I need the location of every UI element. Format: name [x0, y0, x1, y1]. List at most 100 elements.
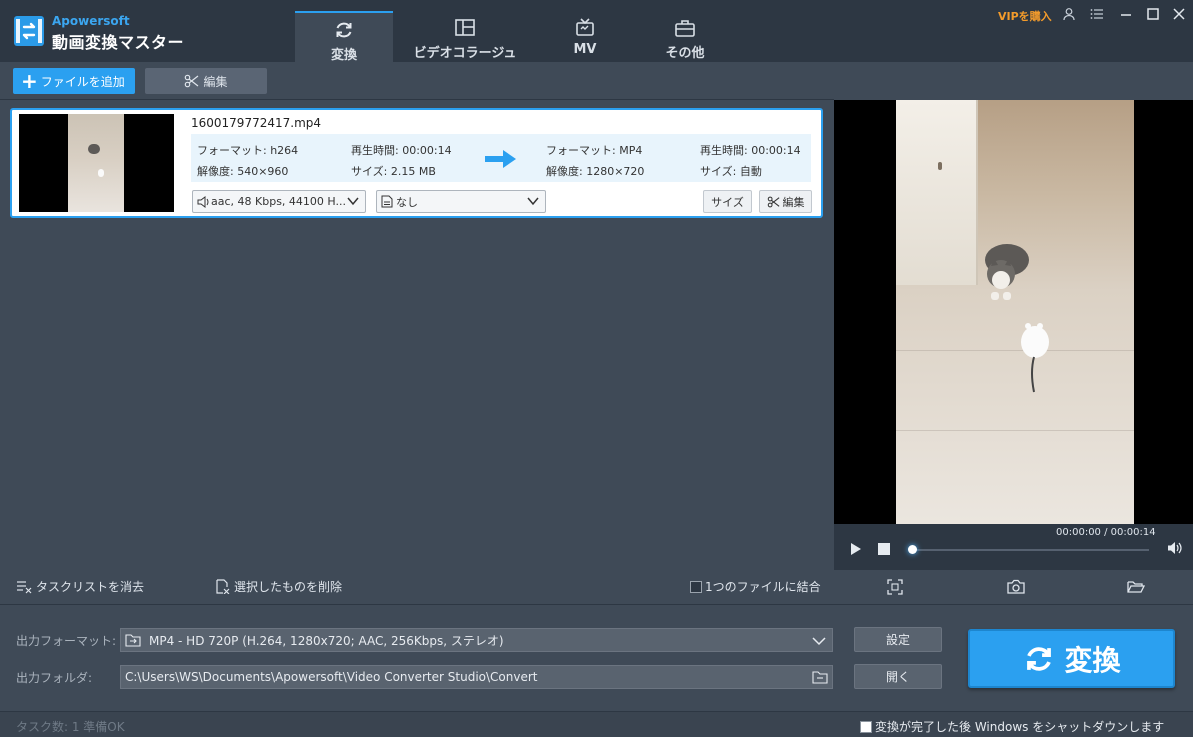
document-icon	[381, 195, 393, 208]
tab-video-collage[interactable]: ビデオコラージュ	[400, 11, 530, 62]
chevron-down-icon	[527, 197, 539, 206]
size-button[interactable]: サイズ	[703, 190, 752, 213]
playback-time: 00:00:00 / 00:00:14	[1056, 527, 1156, 538]
tab-others[interactable]: その他	[645, 11, 725, 62]
subtitle-value: なし	[396, 195, 418, 209]
source-size: サイズ: 2.15 MB	[351, 165, 436, 178]
divider	[0, 99, 834, 100]
target-size: サイズ: 自動	[700, 165, 762, 178]
format-folder-icon	[125, 633, 141, 647]
delete-selected-button[interactable]: 選択したものを削除	[216, 578, 342, 595]
target-format: フォーマット: MP4	[546, 144, 643, 157]
seek-bar[interactable]	[911, 549, 1149, 551]
app-title: 動画変換マスター	[52, 33, 185, 52]
status-bar: タスク数: 1 準備OK 変換が完了した後 Windows をシャットダウンしま…	[0, 711, 1193, 737]
output-folder-value: C:\Users\WS\Documents\Apowersoft\Video C…	[125, 670, 538, 684]
output-format-label: 出力フォーマット:	[16, 634, 117, 648]
account-icon[interactable]	[1062, 7, 1076, 21]
thumbnail-toy	[98, 169, 104, 177]
clear-list-icon	[17, 580, 32, 593]
convert-button[interactable]: 変換	[968, 629, 1175, 688]
brand-company: Apowersoft	[52, 14, 130, 28]
delete-selected-label: 選択したものを削除	[234, 580, 343, 594]
merge-files-checkbox[interactable]: 1つのファイルに結合	[690, 578, 821, 595]
edit-button[interactable]: 編集	[145, 68, 267, 94]
shutdown-label: 変換が完了した後 Windows をシャットダウンします	[875, 720, 1165, 734]
fullscreen-icon[interactable]	[887, 579, 903, 595]
edit-label: 編集	[203, 74, 228, 89]
video-preview[interactable]	[834, 100, 1193, 524]
thumbnail-cat	[88, 144, 100, 154]
play-icon[interactable]	[850, 542, 862, 556]
audio-track-value: aac, 48 Kbps, 44100 H...	[211, 195, 346, 208]
app-logo-icon	[14, 16, 44, 46]
preview-frame	[896, 100, 1134, 524]
source-resolution: 解像度: 540×960	[197, 165, 289, 178]
add-file-button[interactable]: + ファイルを追加	[13, 68, 135, 94]
menu-icon[interactable]	[1090, 7, 1104, 21]
chevron-down-icon	[347, 197, 359, 206]
folder-open-icon[interactable]	[1127, 579, 1145, 595]
tab-label: 変換	[330, 48, 357, 63]
arrow-right-icon	[485, 150, 516, 168]
maximize-icon[interactable]	[1146, 7, 1160, 21]
file-edit-button[interactable]: 編集	[759, 190, 812, 213]
floor-line	[896, 430, 1134, 431]
camera-icon[interactable]	[1007, 579, 1025, 595]
scissors-icon	[185, 74, 199, 88]
target-resolution: 解像度: 1280×720	[546, 165, 645, 178]
toy-mouse-figure	[1021, 323, 1049, 393]
toolbox-icon	[675, 20, 695, 37]
delete-file-icon	[216, 579, 230, 594]
chevron-down-icon	[812, 637, 826, 646]
video-thumbnail[interactable]	[19, 114, 174, 212]
speaker-icon	[197, 195, 209, 208]
audio-track-select[interactable]: aac, 48 Kbps, 44100 H...	[192, 190, 366, 213]
shutdown-checkbox[interactable]: 変換が完了した後 Windows をシャットダウンします	[860, 718, 1164, 735]
checkbox[interactable]	[860, 720, 872, 733]
source-duration: 再生時間: 00:00:14	[351, 144, 452, 157]
target-duration: 再生時間: 00:00:14	[700, 144, 801, 157]
plus-icon: +	[21, 69, 38, 93]
cat-figure	[985, 244, 1029, 300]
cabinet	[896, 100, 978, 285]
open-folder-button[interactable]: 開く	[854, 664, 942, 689]
collage-icon	[455, 19, 475, 36]
preview-toolbar	[834, 570, 1193, 604]
file-name: 1600179772417.mp4	[191, 116, 322, 130]
clear-task-list-button[interactable]: タスクリストを消去	[16, 578, 144, 595]
output-format-select[interactable]: MP4 - HD 720P (H.264, 1280x720; AAC, 256…	[120, 628, 833, 652]
thumbnail-image	[68, 114, 124, 212]
checkbox[interactable]	[690, 580, 702, 593]
conversion-info: フォーマット: h264 再生時間: 00:00:14 解像度: 540×960…	[191, 134, 811, 182]
output-folder-label: 出力フォルダ:	[16, 671, 93, 685]
player-controls: 00:00:00 / 00:00:14	[834, 524, 1193, 570]
title-bar: Apowersoft 動画変換マスター 変換 ビデオコラージュ MV その他 V…	[0, 0, 1193, 63]
task-bar: タスクリストを消去 選択したものを削除 1つのファイルに結合	[0, 570, 834, 604]
browse-folder-icon[interactable]	[812, 671, 828, 684]
output-folder-field[interactable]: C:\Users\WS\Documents\Apowersoft\Video C…	[120, 665, 833, 689]
stop-icon[interactable]	[878, 543, 890, 555]
vip-purchase-link[interactable]: VIPを購入	[998, 8, 1052, 24]
volume-icon[interactable]	[1167, 541, 1183, 555]
tab-label: ビデオコラージュ	[413, 46, 517, 61]
output-format-value: MP4 - HD 720P (H.264, 1280x720; AAC, 256…	[149, 633, 504, 648]
status-text: タスク数: 1 準備OK	[16, 720, 125, 734]
cabinet-knob	[938, 162, 942, 170]
minimize-icon[interactable]	[1119, 7, 1133, 21]
tab-convert[interactable]: 変換	[295, 11, 393, 63]
tab-mv[interactable]: MV	[545, 11, 625, 62]
divider	[0, 604, 1193, 605]
merge-files-label: 1つのファイルに結合	[705, 580, 821, 594]
seek-handle[interactable]	[908, 545, 917, 554]
file-item[interactable]: 1600179772417.mp4 フォーマット: h264 再生時間: 00:…	[10, 108, 823, 218]
clear-task-list-label: タスクリストを消去	[36, 580, 145, 594]
refresh-icon	[336, 22, 352, 38]
source-format: フォーマット: h264	[197, 144, 299, 157]
close-icon[interactable]	[1172, 7, 1186, 21]
settings-button[interactable]: 設定	[854, 627, 942, 652]
convert-label: 変換	[1064, 643, 1121, 677]
add-file-label: ファイルを追加	[40, 74, 125, 89]
tv-icon	[576, 18, 594, 36]
subtitle-select[interactable]: なし	[376, 190, 546, 213]
